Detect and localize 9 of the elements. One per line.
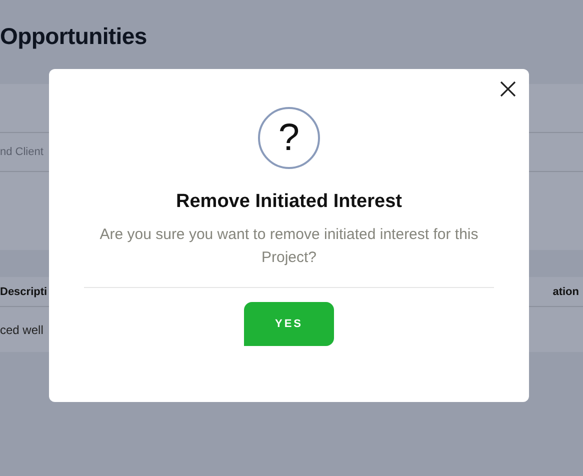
yes-button[interactable]: YES (244, 302, 334, 346)
dialog-message: Are you sure you want to remove initiated interest for this Project? (98, 225, 480, 268)
dialog-title: Remove Initiated Interest (176, 191, 402, 213)
column-header: Descripti (0, 286, 48, 298)
question-icon: ? (258, 107, 320, 169)
table-cell: ced well (0, 322, 44, 336)
page-title: Opportunities (0, 22, 147, 50)
column-header: ation (552, 286, 580, 298)
close-icon[interactable] (499, 80, 517, 98)
